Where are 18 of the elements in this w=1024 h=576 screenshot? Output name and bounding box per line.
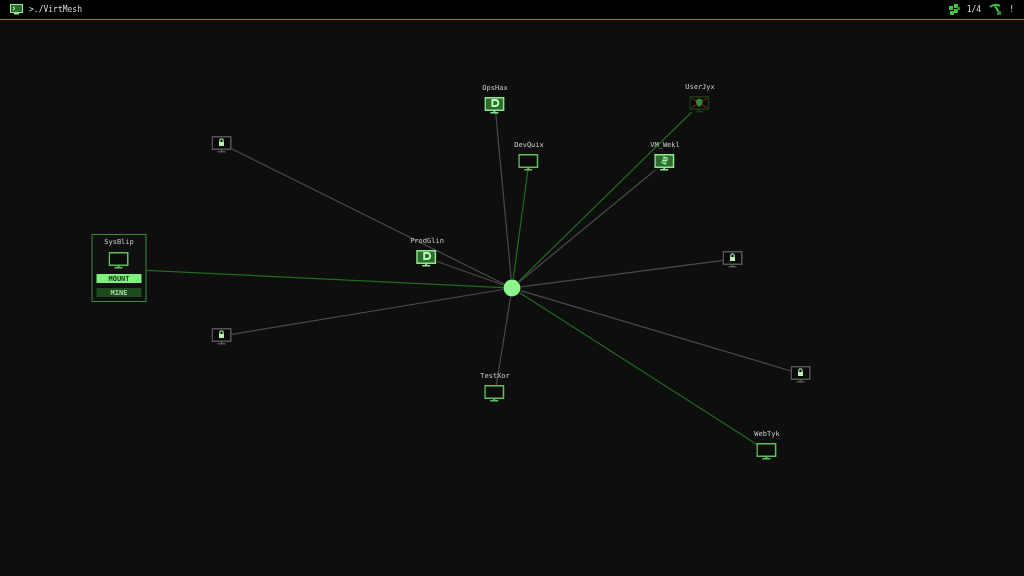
monitor-icon[interactable] <box>484 97 506 114</box>
pickaxe-icon[interactable] <box>989 3 1004 16</box>
monitor-icon[interactable] <box>484 385 506 402</box>
alert-indicator[interactable]: ! <box>1009 5 1014 14</box>
monitor-icon[interactable] <box>211 136 233 153</box>
monitor-icon[interactable] <box>211 328 233 345</box>
hub-node[interactable] <box>503 279 521 297</box>
monitor-icon[interactable] <box>654 154 676 171</box>
monitor-icon[interactable] <box>108 252 130 269</box>
node-counter: 1/4 <box>966 5 982 14</box>
monitor-icon[interactable] <box>756 443 778 460</box>
cube-icon <box>947 3 961 16</box>
monitor-icon[interactable] <box>518 154 540 171</box>
monitor-icon[interactable] <box>790 366 812 383</box>
monitor-icon[interactable] <box>416 250 438 267</box>
window-title: >./VirtMesh <box>29 5 82 14</box>
monitor-icon[interactable] <box>722 251 744 268</box>
terminal-icon <box>10 4 23 15</box>
